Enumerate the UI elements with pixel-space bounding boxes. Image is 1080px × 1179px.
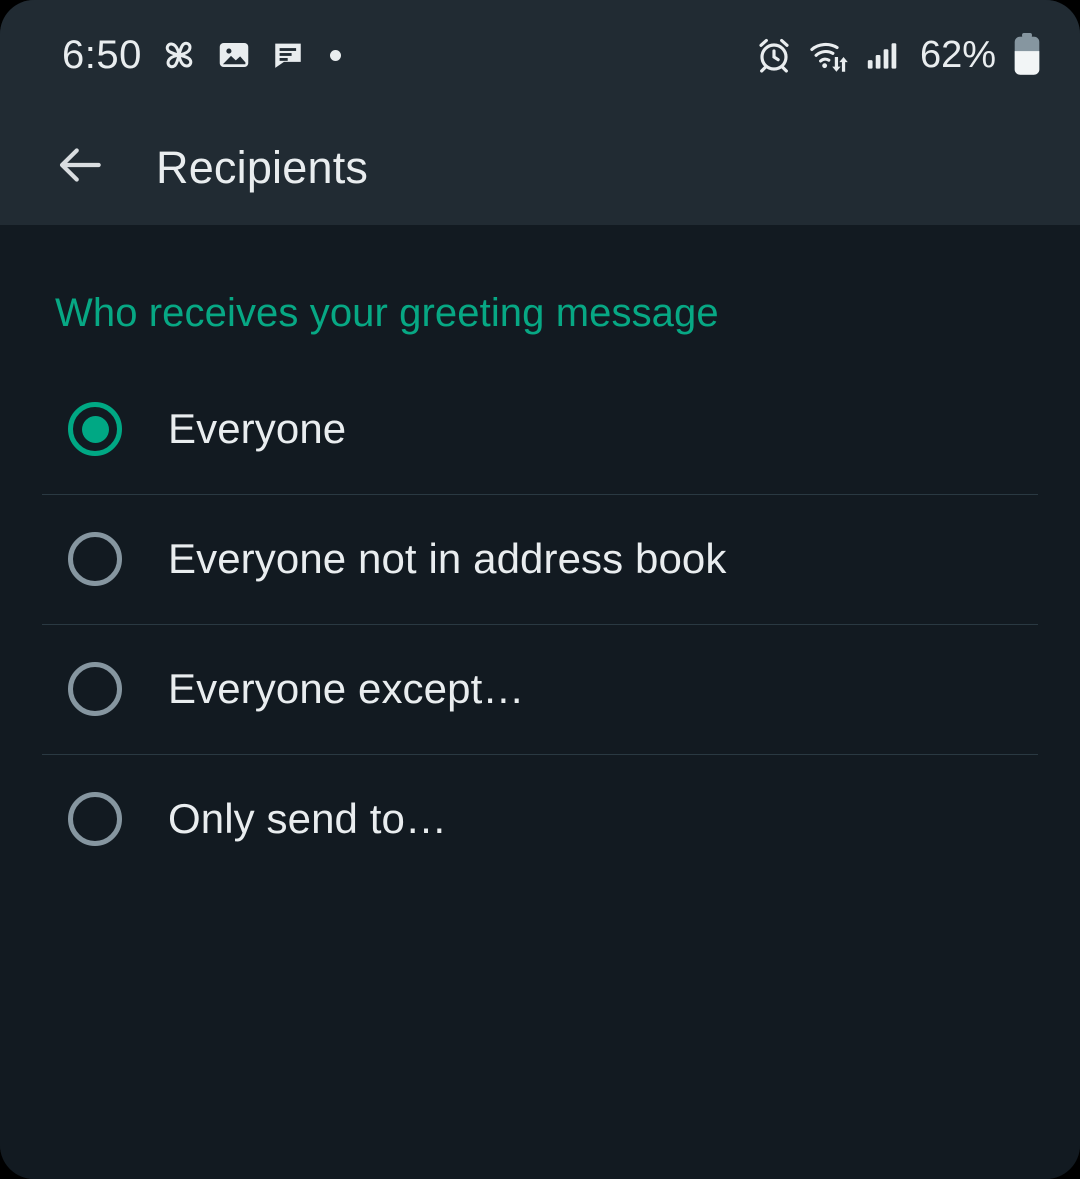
radio-inner-dot — [81, 415, 109, 443]
app-bar: Recipients — [0, 110, 1080, 225]
page-title: Recipients — [156, 141, 369, 193]
radio-option-label: Everyone except… — [168, 665, 525, 712]
radio-option-everyone[interactable]: Everyone — [0, 364, 1080, 494]
radio-inner-dot — [82, 676, 109, 703]
dot-icon — [329, 49, 341, 61]
radio-option-only-send-to[interactable]: Only send to… — [0, 754, 1080, 884]
back-button[interactable] — [48, 136, 112, 200]
phone-screen: 6:50 62% Recipients Who receives your gr… — [0, 0, 1080, 1179]
back-arrow-icon — [52, 137, 108, 198]
battery-icon — [1010, 32, 1044, 78]
radio-option-label: Everyone — [168, 405, 347, 452]
recipients-radio-group: Everyone Everyone not in address book Ev… — [0, 364, 1080, 884]
message-icon — [270, 37, 306, 73]
cellular-signal-icon — [864, 36, 902, 74]
wifi-icon — [808, 35, 850, 75]
battery-percent-label: 62% — [919, 34, 996, 76]
radio-button-icon[interactable] — [68, 662, 122, 716]
image-icon — [216, 37, 252, 73]
radio-option-everyone-except[interactable]: Everyone except… — [0, 624, 1080, 754]
radio-option-everyone-not-in-address-book[interactable]: Everyone not in address book — [0, 494, 1080, 624]
status-bar-right: 62% — [754, 32, 1044, 78]
radio-inner-dot — [82, 806, 109, 833]
status-bar-left: 6:50 — [62, 35, 341, 75]
radio-option-label: Everyone not in address book — [168, 535, 727, 582]
section-header: Who receives your greeting message — [55, 291, 719, 335]
radio-inner-dot — [82, 546, 109, 573]
radio-option-label: Only send to… — [168, 795, 448, 842]
status-bar: 6:50 62% — [0, 0, 1080, 110]
pinwheel-icon — [160, 36, 198, 74]
content-area: Who receives your greeting message Every… — [0, 225, 1080, 1179]
radio-button-icon[interactable] — [68, 532, 122, 586]
radio-button-icon[interactable] — [68, 792, 122, 846]
radio-button-icon[interactable] — [68, 402, 122, 456]
status-time: 6:50 — [62, 33, 142, 77]
alarm-icon — [754, 35, 794, 75]
